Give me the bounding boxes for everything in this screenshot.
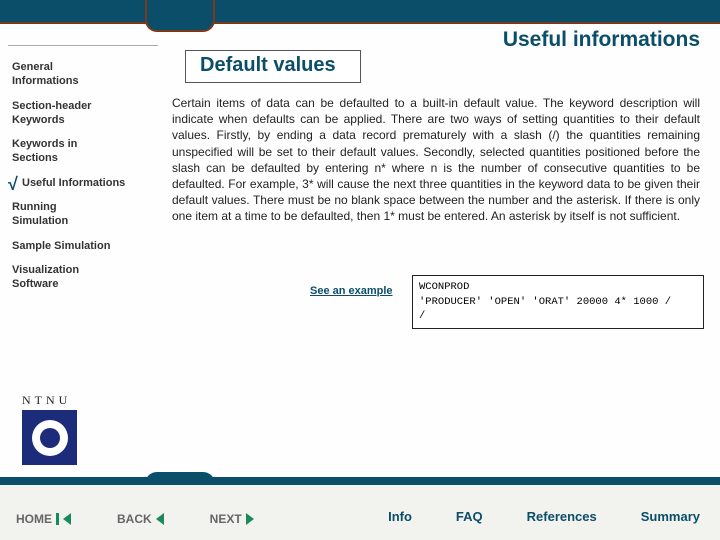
triangle-left-icon (63, 513, 71, 525)
code-example: WCONPROD 'PRODUCER' 'OPEN' 'ORAT' 20000 … (412, 275, 704, 329)
footer-nav-right: Info FAQ References Summary (388, 509, 700, 524)
summary-link[interactable]: Summary (641, 509, 700, 524)
heading-box: Default values (185, 50, 361, 83)
nav-general[interactable]: General Informations (12, 60, 160, 89)
back-button[interactable]: BACK (117, 512, 164, 526)
nav-sample[interactable]: Sample Simulation (12, 239, 160, 253)
info-link[interactable]: Info (388, 509, 412, 524)
nav-running[interactable]: Running Simulation (12, 200, 160, 229)
home-button[interactable]: HOME (16, 512, 71, 526)
heading: Default values (200, 54, 336, 76)
references-link[interactable]: References (527, 509, 597, 524)
code-line-1: WCONPROD (419, 280, 697, 295)
triangle-right-icon (246, 513, 254, 525)
check-icon: √ (8, 173, 18, 196)
code-line-2: 'PRODUCER' 'OPEN' 'ORAT' 20000 4* 1000 / (419, 295, 697, 310)
home-label: HOME (16, 512, 52, 526)
sidebar: General Informations Section-header Keyw… (10, 50, 160, 302)
footer: HOME BACK NEXT Info FAQ References Summa… (0, 482, 720, 540)
footer-nav-left: HOME BACK NEXT (16, 512, 254, 526)
nav-useful-info[interactable]: √ Useful Informations (22, 176, 160, 190)
triangle-left-icon (156, 513, 164, 525)
ntnu-label: NTNU (22, 393, 71, 408)
nav-section-header[interactable]: Section-header Keywords (12, 99, 160, 128)
code-line-3: / (419, 309, 697, 324)
page-title: Useful informations (503, 28, 700, 52)
ntnu-logo (22, 410, 77, 465)
divider (8, 45, 158, 46)
next-button[interactable]: NEXT (210, 512, 254, 526)
top-bar (0, 0, 720, 24)
nav-keywords[interactable]: Keywords in Sections (12, 137, 160, 166)
see-example-link[interactable]: See an example (310, 285, 393, 297)
faq-link[interactable]: FAQ (456, 509, 483, 524)
bar-icon (56, 513, 59, 525)
back-label: BACK (117, 512, 152, 526)
nav-useful-info-label: Useful Informations (22, 177, 125, 189)
body-text: Certain items of data can be defaulted t… (172, 95, 700, 225)
nav-viz[interactable]: Visualization Software (12, 263, 160, 292)
top-notch (145, 0, 215, 32)
body-content: Certain items of data can be defaulted t… (172, 96, 700, 223)
next-label: NEXT (210, 512, 242, 526)
